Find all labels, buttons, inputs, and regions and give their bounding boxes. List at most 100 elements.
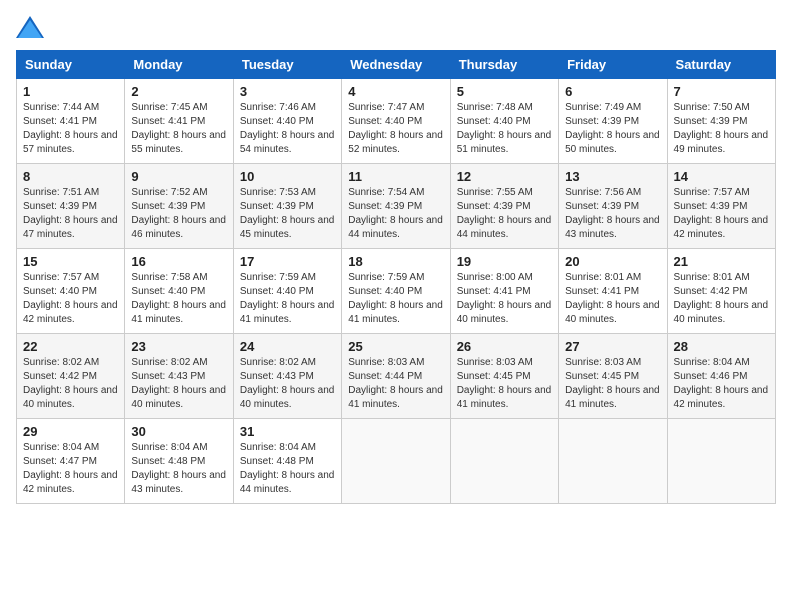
day-info: Sunrise: 8:02 AMSunset: 4:43 PMDaylight:… xyxy=(240,356,335,412)
day-number: 4 xyxy=(348,84,443,99)
day-number: 3 xyxy=(240,84,335,99)
calendar-day-cell: 12 Sunrise: 7:55 AMSunset: 4:39 PMDaylig… xyxy=(450,164,558,249)
day-info: Sunrise: 8:03 AMSunset: 4:45 PMDaylight:… xyxy=(457,356,552,412)
day-number: 6 xyxy=(565,84,660,99)
day-number: 7 xyxy=(674,84,769,99)
day-number: 9 xyxy=(131,169,226,184)
day-info: Sunrise: 7:54 AMSunset: 4:39 PMDaylight:… xyxy=(348,186,443,242)
weekday-header-friday: Friday xyxy=(559,51,667,79)
day-info: Sunrise: 8:03 AMSunset: 4:45 PMDaylight:… xyxy=(565,356,660,412)
day-number: 21 xyxy=(674,254,769,269)
calendar-day-cell: 25 Sunrise: 8:03 AMSunset: 4:44 PMDaylig… xyxy=(342,334,450,419)
day-number: 25 xyxy=(348,339,443,354)
calendar-day-cell: 22 Sunrise: 8:02 AMSunset: 4:42 PMDaylig… xyxy=(17,334,125,419)
day-info: Sunrise: 8:04 AMSunset: 4:48 PMDaylight:… xyxy=(131,441,226,497)
day-info: Sunrise: 8:00 AMSunset: 4:41 PMDaylight:… xyxy=(457,271,552,327)
weekday-header-saturday: Saturday xyxy=(667,51,775,79)
calendar-day-cell: 3 Sunrise: 7:46 AMSunset: 4:40 PMDayligh… xyxy=(233,79,341,164)
calendar-week-row: 29 Sunrise: 8:04 AMSunset: 4:47 PMDaylig… xyxy=(17,419,776,504)
calendar-day-cell: 11 Sunrise: 7:54 AMSunset: 4:39 PMDaylig… xyxy=(342,164,450,249)
day-number: 31 xyxy=(240,424,335,439)
day-info: Sunrise: 7:47 AMSunset: 4:40 PMDaylight:… xyxy=(348,101,443,157)
calendar-day-cell: 1 Sunrise: 7:44 AMSunset: 4:41 PMDayligh… xyxy=(17,79,125,164)
calendar-week-row: 8 Sunrise: 7:51 AMSunset: 4:39 PMDayligh… xyxy=(17,164,776,249)
day-info: Sunrise: 7:58 AMSunset: 4:40 PMDaylight:… xyxy=(131,271,226,327)
calendar-day-cell: 26 Sunrise: 8:03 AMSunset: 4:45 PMDaylig… xyxy=(450,334,558,419)
calendar-day-cell: 20 Sunrise: 8:01 AMSunset: 4:41 PMDaylig… xyxy=(559,249,667,334)
calendar-week-row: 22 Sunrise: 8:02 AMSunset: 4:42 PMDaylig… xyxy=(17,334,776,419)
day-number: 8 xyxy=(23,169,118,184)
day-number: 22 xyxy=(23,339,118,354)
day-number: 27 xyxy=(565,339,660,354)
day-info: Sunrise: 8:02 AMSunset: 4:42 PMDaylight:… xyxy=(23,356,118,412)
day-info: Sunrise: 7:57 AMSunset: 4:40 PMDaylight:… xyxy=(23,271,118,327)
day-info: Sunrise: 7:48 AMSunset: 4:40 PMDaylight:… xyxy=(457,101,552,157)
day-info: Sunrise: 7:56 AMSunset: 4:39 PMDaylight:… xyxy=(565,186,660,242)
page-header xyxy=(16,16,776,38)
day-number: 30 xyxy=(131,424,226,439)
calendar-day-cell: 7 Sunrise: 7:50 AMSunset: 4:39 PMDayligh… xyxy=(667,79,775,164)
day-number: 2 xyxy=(131,84,226,99)
day-info: Sunrise: 8:01 AMSunset: 4:42 PMDaylight:… xyxy=(674,271,769,327)
calendar-day-cell: 18 Sunrise: 7:59 AMSunset: 4:40 PMDaylig… xyxy=(342,249,450,334)
day-number: 12 xyxy=(457,169,552,184)
calendar-day-cell: 4 Sunrise: 7:47 AMSunset: 4:40 PMDayligh… xyxy=(342,79,450,164)
calendar-day-cell: 16 Sunrise: 7:58 AMSunset: 4:40 PMDaylig… xyxy=(125,249,233,334)
day-info: Sunrise: 8:01 AMSunset: 4:41 PMDaylight:… xyxy=(565,271,660,327)
day-number: 10 xyxy=(240,169,335,184)
day-info: Sunrise: 7:46 AMSunset: 4:40 PMDaylight:… xyxy=(240,101,335,157)
day-info: Sunrise: 8:02 AMSunset: 4:43 PMDaylight:… xyxy=(131,356,226,412)
day-info: Sunrise: 7:45 AMSunset: 4:41 PMDaylight:… xyxy=(131,101,226,157)
day-info: Sunrise: 7:49 AMSunset: 4:39 PMDaylight:… xyxy=(565,101,660,157)
calendar-day-cell: 9 Sunrise: 7:52 AMSunset: 4:39 PMDayligh… xyxy=(125,164,233,249)
calendar-day-cell: 30 Sunrise: 8:04 AMSunset: 4:48 PMDaylig… xyxy=(125,419,233,504)
day-number: 13 xyxy=(565,169,660,184)
day-number: 24 xyxy=(240,339,335,354)
day-number: 5 xyxy=(457,84,552,99)
calendar-day-cell xyxy=(450,419,558,504)
calendar-day-cell: 28 Sunrise: 8:04 AMSunset: 4:46 PMDaylig… xyxy=(667,334,775,419)
weekday-header-monday: Monday xyxy=(125,51,233,79)
calendar-day-cell: 24 Sunrise: 8:02 AMSunset: 4:43 PMDaylig… xyxy=(233,334,341,419)
day-info: Sunrise: 7:53 AMSunset: 4:39 PMDaylight:… xyxy=(240,186,335,242)
calendar-day-cell: 14 Sunrise: 7:57 AMSunset: 4:39 PMDaylig… xyxy=(667,164,775,249)
logo xyxy=(16,16,48,38)
day-number: 17 xyxy=(240,254,335,269)
calendar-day-cell xyxy=(667,419,775,504)
day-number: 14 xyxy=(674,169,769,184)
day-info: Sunrise: 8:04 AMSunset: 4:48 PMDaylight:… xyxy=(240,441,335,497)
calendar-day-cell: 29 Sunrise: 8:04 AMSunset: 4:47 PMDaylig… xyxy=(17,419,125,504)
calendar-day-cell: 27 Sunrise: 8:03 AMSunset: 4:45 PMDaylig… xyxy=(559,334,667,419)
calendar-day-cell: 23 Sunrise: 8:02 AMSunset: 4:43 PMDaylig… xyxy=(125,334,233,419)
weekday-header-sunday: Sunday xyxy=(17,51,125,79)
day-number: 20 xyxy=(565,254,660,269)
day-number: 29 xyxy=(23,424,118,439)
calendar-table: SundayMondayTuesdayWednesdayThursdayFrid… xyxy=(16,50,776,504)
calendar-day-cell: 19 Sunrise: 8:00 AMSunset: 4:41 PMDaylig… xyxy=(450,249,558,334)
day-info: Sunrise: 7:55 AMSunset: 4:39 PMDaylight:… xyxy=(457,186,552,242)
day-info: Sunrise: 7:57 AMSunset: 4:39 PMDaylight:… xyxy=(674,186,769,242)
day-number: 1 xyxy=(23,84,118,99)
weekday-header-wednesday: Wednesday xyxy=(342,51,450,79)
day-number: 15 xyxy=(23,254,118,269)
calendar-day-cell: 15 Sunrise: 7:57 AMSunset: 4:40 PMDaylig… xyxy=(17,249,125,334)
calendar-day-cell: 8 Sunrise: 7:51 AMSunset: 4:39 PMDayligh… xyxy=(17,164,125,249)
calendar-day-cell: 31 Sunrise: 8:04 AMSunset: 4:48 PMDaylig… xyxy=(233,419,341,504)
day-info: Sunrise: 7:59 AMSunset: 4:40 PMDaylight:… xyxy=(348,271,443,327)
day-info: Sunrise: 8:04 AMSunset: 4:46 PMDaylight:… xyxy=(674,356,769,412)
calendar-day-cell: 10 Sunrise: 7:53 AMSunset: 4:39 PMDaylig… xyxy=(233,164,341,249)
day-info: Sunrise: 8:03 AMSunset: 4:44 PMDaylight:… xyxy=(348,356,443,412)
day-number: 11 xyxy=(348,169,443,184)
day-number: 23 xyxy=(131,339,226,354)
calendar-day-cell: 6 Sunrise: 7:49 AMSunset: 4:39 PMDayligh… xyxy=(559,79,667,164)
day-number: 18 xyxy=(348,254,443,269)
day-number: 19 xyxy=(457,254,552,269)
day-info: Sunrise: 7:59 AMSunset: 4:40 PMDaylight:… xyxy=(240,271,335,327)
calendar-week-row: 15 Sunrise: 7:57 AMSunset: 4:40 PMDaylig… xyxy=(17,249,776,334)
weekday-header-row: SundayMondayTuesdayWednesdayThursdayFrid… xyxy=(17,51,776,79)
calendar-day-cell: 5 Sunrise: 7:48 AMSunset: 4:40 PMDayligh… xyxy=(450,79,558,164)
weekday-header-thursday: Thursday xyxy=(450,51,558,79)
calendar-day-cell xyxy=(342,419,450,504)
weekday-header-tuesday: Tuesday xyxy=(233,51,341,79)
calendar-day-cell: 17 Sunrise: 7:59 AMSunset: 4:40 PMDaylig… xyxy=(233,249,341,334)
